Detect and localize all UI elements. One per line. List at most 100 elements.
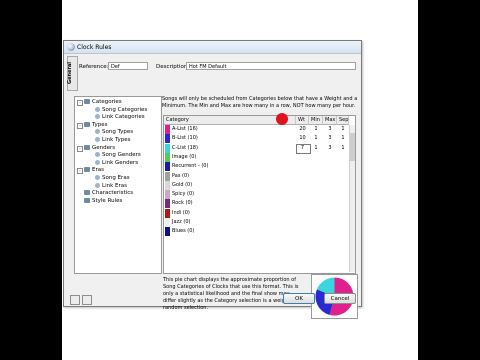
tree-toggle-icon[interactable]: - <box>77 145 83 152</box>
ok-button[interactable]: OK <box>283 293 315 304</box>
tree-item[interactable]: Link Genders <box>95 159 138 167</box>
min-cell[interactable]: 1 <box>309 126 323 132</box>
weight-cell[interactable]: 10 <box>296 135 309 141</box>
folder-icon <box>84 144 90 150</box>
tree-item-label: Link Categories <box>102 114 145 121</box>
tree-item[interactable]: - Eras <box>77 167 104 175</box>
category-name: C-List (18) <box>172 144 198 151</box>
category-name: Spicy (0) <box>172 191 195 198</box>
table-row[interactable]: Pas (0) <box>164 171 355 181</box>
category-name: A-List (16) <box>172 126 198 132</box>
table-row[interactable]: Blues (0) <box>164 227 355 237</box>
max-cell[interactable]: 3 <box>323 126 337 132</box>
category-name: Gold (0) <box>172 181 193 188</box>
weight-cell[interactable]: 7 <box>296 145 309 151</box>
category-color-swatch <box>165 162 170 172</box>
folder-icon <box>84 121 90 127</box>
folder-icon <box>84 190 90 196</box>
tree-item-label: Song Genders <box>102 152 141 159</box>
clock-rules-dialog: Clock Rules General Reference: Def Descr… <box>63 40 362 319</box>
tree-item[interactable]: - Types <box>77 121 108 129</box>
tree-item-label: Types <box>92 121 108 128</box>
tree-item[interactable]: Style Rules <box>84 197 123 205</box>
max-cell[interactable]: 3 <box>323 135 337 141</box>
reference-label: Reference: <box>79 64 109 70</box>
header-weight[interactable]: Wt <box>296 116 309 125</box>
tree-toggle-icon[interactable]: - <box>77 122 83 129</box>
category-name: Pas (0) <box>172 172 190 179</box>
category-name: Rock (0) <box>172 200 193 207</box>
header-max[interactable]: Max <box>323 116 337 125</box>
table-row[interactable]: Jazz (0) <box>164 218 355 227</box>
header-sep[interactable]: Sep <box>337 116 349 125</box>
category-color-swatch <box>165 218 170 227</box>
tree-item[interactable]: Characteristics <box>84 190 133 197</box>
title-bar[interactable]: Clock Rules <box>64 41 361 54</box>
music-note-icon <box>95 114 100 120</box>
description-field[interactable]: Hot FM Default <box>186 62 356 70</box>
tree-item[interactable]: Link Eras <box>95 182 127 190</box>
window-title: Clock Rules <box>77 44 112 51</box>
music-note-icon <box>95 152 100 158</box>
tree-item[interactable]: Link Types <box>95 137 131 144</box>
sep-cell[interactable]: 1 <box>337 126 349 132</box>
tree-item[interactable]: Song Categories <box>95 106 148 114</box>
music-note-icon <box>95 137 100 142</box>
tree-item-label: Link Eras <box>102 182 127 189</box>
category-color-swatch <box>165 134 170 144</box>
settings-gear-icon[interactable] <box>82 295 92 305</box>
category-name: Indi (0) <box>172 209 190 216</box>
tree-item-label: Genders <box>92 144 116 151</box>
category-name: Image (0) <box>172 153 197 160</box>
min-cell[interactable]: 1 <box>309 145 323 151</box>
category-color-swatch <box>165 208 170 218</box>
table-row[interactable]: Indi (0) <box>164 208 355 218</box>
tree-item-label: Characteristics <box>92 190 134 197</box>
tree-item[interactable]: Song Genders <box>95 152 141 159</box>
folder-icon <box>84 197 90 203</box>
category-table: Category Wt Min Max Sep A-List (16) 20 1 3 1… <box>163 115 356 274</box>
new-document-icon[interactable] <box>70 295 80 305</box>
cancel-button[interactable]: Cancel <box>324 293 356 304</box>
category-color-swatch <box>165 227 170 237</box>
general-tab-label: General <box>67 62 73 84</box>
rules-tree: - Categories Song Categories Link Categorie… <box>74 96 162 274</box>
table-row[interactable]: A-List (16) 20 1 3 1 <box>164 125 355 134</box>
min-cell[interactable]: 1 <box>309 135 323 141</box>
max-cell[interactable]: 3 <box>323 145 337 151</box>
screen: Clock Rules General Reference: Def Descr… <box>62 0 418 360</box>
sep-cell[interactable]: 1 <box>337 135 349 141</box>
tree-toggle-icon[interactable]: - <box>77 100 83 106</box>
reference-field[interactable]: Def <box>108 62 148 70</box>
table-row[interactable]: Image (0) <box>164 152 355 162</box>
tree-item-label: Eras <box>92 167 104 174</box>
table-row[interactable]: Spicy (0) <box>164 190 355 200</box>
tree-item[interactable]: Song Types <box>95 129 133 136</box>
table-row[interactable]: C-List (18) 7 1 3 1 <box>164 143 355 154</box>
category-name: B-List (10) <box>172 135 198 142</box>
red-cursor-highlight <box>276 113 288 125</box>
category-color-swatch <box>165 152 170 162</box>
tree-item-label: Categories <box>92 99 122 105</box>
table-row[interactable]: Gold (0) <box>164 180 355 190</box>
tree-item[interactable]: Link Categories <box>95 114 145 121</box>
table-row[interactable]: B-List (10) 10 1 3 1 <box>164 134 355 144</box>
tree-item[interactable]: Song Eras <box>95 175 130 182</box>
tree-item[interactable]: - Genders <box>77 144 116 152</box>
header-min[interactable]: Min <box>309 116 323 125</box>
tree-item-label: Song Categories <box>102 106 148 113</box>
sep-cell[interactable]: 1 <box>337 145 349 151</box>
category-name: Jazz (0) <box>172 219 191 225</box>
scrollbar-thumb[interactable] <box>350 133 355 161</box>
table-row[interactable]: Recurrent - (0) <box>164 162 355 172</box>
tree-item-label: Style Rules <box>92 197 123 204</box>
folder-icon <box>84 99 90 104</box>
tree-toggle-icon[interactable]: - <box>77 168 83 175</box>
tree-item[interactable]: - Categories <box>77 99 122 106</box>
weight-cell[interactable]: 20 <box>296 126 309 132</box>
pie-description: This pie chart displays the approximate … <box>163 277 299 311</box>
table-row[interactable]: Rock (0) <box>164 199 355 209</box>
table-scrollbar[interactable] <box>349 125 355 272</box>
music-note-icon <box>95 106 100 112</box>
general-side-tab[interactable]: General <box>67 56 78 91</box>
